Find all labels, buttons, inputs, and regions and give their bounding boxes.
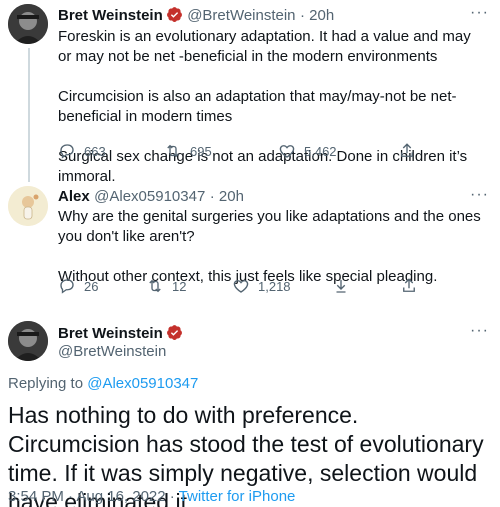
reply-button[interactable]: 26 <box>58 277 98 295</box>
replying-to-line: Replying to @Alex05910347 <box>8 375 198 392</box>
retweet-button[interactable]: 695 <box>164 142 212 160</box>
share-icon <box>403 278 415 292</box>
reply-count: 26 <box>84 278 99 294</box>
replying-to-label: Replying to <box>8 375 88 392</box>
verified-badge-icon <box>166 325 182 340</box>
avatar-image <box>8 321 48 361</box>
reply-count: 663 <box>84 143 106 159</box>
avatar-alex[interactable] <box>8 186 48 226</box>
heart-icon <box>279 145 295 158</box>
share-icon <box>401 143 413 157</box>
share-button[interactable] <box>398 142 416 160</box>
main-author-name[interactable]: Bret Weinstein <box>58 325 163 342</box>
tweet1-author-name[interactable]: Bret Weinstein <box>58 7 163 24</box>
verified-badge-icon <box>166 7 182 22</box>
tweet1-text: Foreskin is an evolutionary adaptation. … <box>58 27 488 187</box>
main-timestamp-row: 3:54 PM · Aug 16, 2022 · Twitter for iPh… <box>8 488 295 505</box>
tweet2-handle[interactable]: @Alex05910347 <box>94 188 205 205</box>
tweet2-paragraph: Why are the genital surgeries you like a… <box>58 208 481 245</box>
avatar-image <box>8 186 48 226</box>
tweet2-time[interactable]: · 20h <box>210 188 244 205</box>
tweet2-text: Why are the genital surgeries you like a… <box>58 207 488 287</box>
avatar-bret-main[interactable] <box>8 321 48 361</box>
tweet2-header: Alex @Alex05910347 · 20h <box>58 188 244 206</box>
retweet-icon <box>167 144 179 158</box>
like-count: 5,462 <box>304 143 337 159</box>
like-button[interactable]: 1,218 <box>232 277 291 295</box>
main-timestamp[interactable]: 3:54 PM · Aug 16, 2022 · <box>8 488 179 505</box>
retweet-count: 695 <box>190 143 212 159</box>
like-button[interactable]: 5,462 <box>278 142 337 160</box>
main-more-icon[interactable]: ··· <box>470 322 489 340</box>
retweet-count: 12 <box>172 278 187 294</box>
tweet2-more-icon[interactable]: ··· <box>470 186 489 204</box>
tweet2-author-name[interactable]: Alex <box>58 188 90 205</box>
tweet1-paragraph: Surgical sex change is not an adaptation… <box>58 148 468 185</box>
share-button[interactable] <box>400 277 418 295</box>
heart-icon <box>233 280 249 293</box>
tweet1-more-icon[interactable]: ··· <box>470 4 489 22</box>
reply-icon <box>60 279 74 294</box>
tweet1-header: Bret Weinstein @BretWeinstein · 20h <box>58 6 334 25</box>
retweet-button[interactable]: 12 <box>146 277 186 295</box>
tweet1-time[interactable]: · 20h <box>300 7 334 24</box>
avatar-bret[interactable] <box>8 4 48 44</box>
tweet1-paragraph: Circumcision is also an adaptation that … <box>58 88 457 125</box>
reply-button[interactable]: 663 <box>58 142 106 160</box>
like-count: 1,218 <box>258 278 291 294</box>
main-source[interactable]: Twitter for iPhone <box>179 488 296 505</box>
replying-to-link[interactable]: @Alex05910347 <box>87 375 198 392</box>
tweet1-paragraph: Foreskin is an evolutionary adaptation. … <box>58 28 471 65</box>
retweet-icon <box>149 279 161 293</box>
thread-line <box>28 48 30 182</box>
avatar-image <box>8 4 48 44</box>
main-author-name-row: Bret Weinstein <box>58 324 183 343</box>
main-handle[interactable]: @BretWeinstein <box>58 343 166 360</box>
arrow-down-icon <box>336 280 346 293</box>
tweet1-handle[interactable]: @BretWeinstein <box>187 7 295 24</box>
download-button[interactable] <box>332 277 350 295</box>
reply-icon <box>60 144 74 159</box>
